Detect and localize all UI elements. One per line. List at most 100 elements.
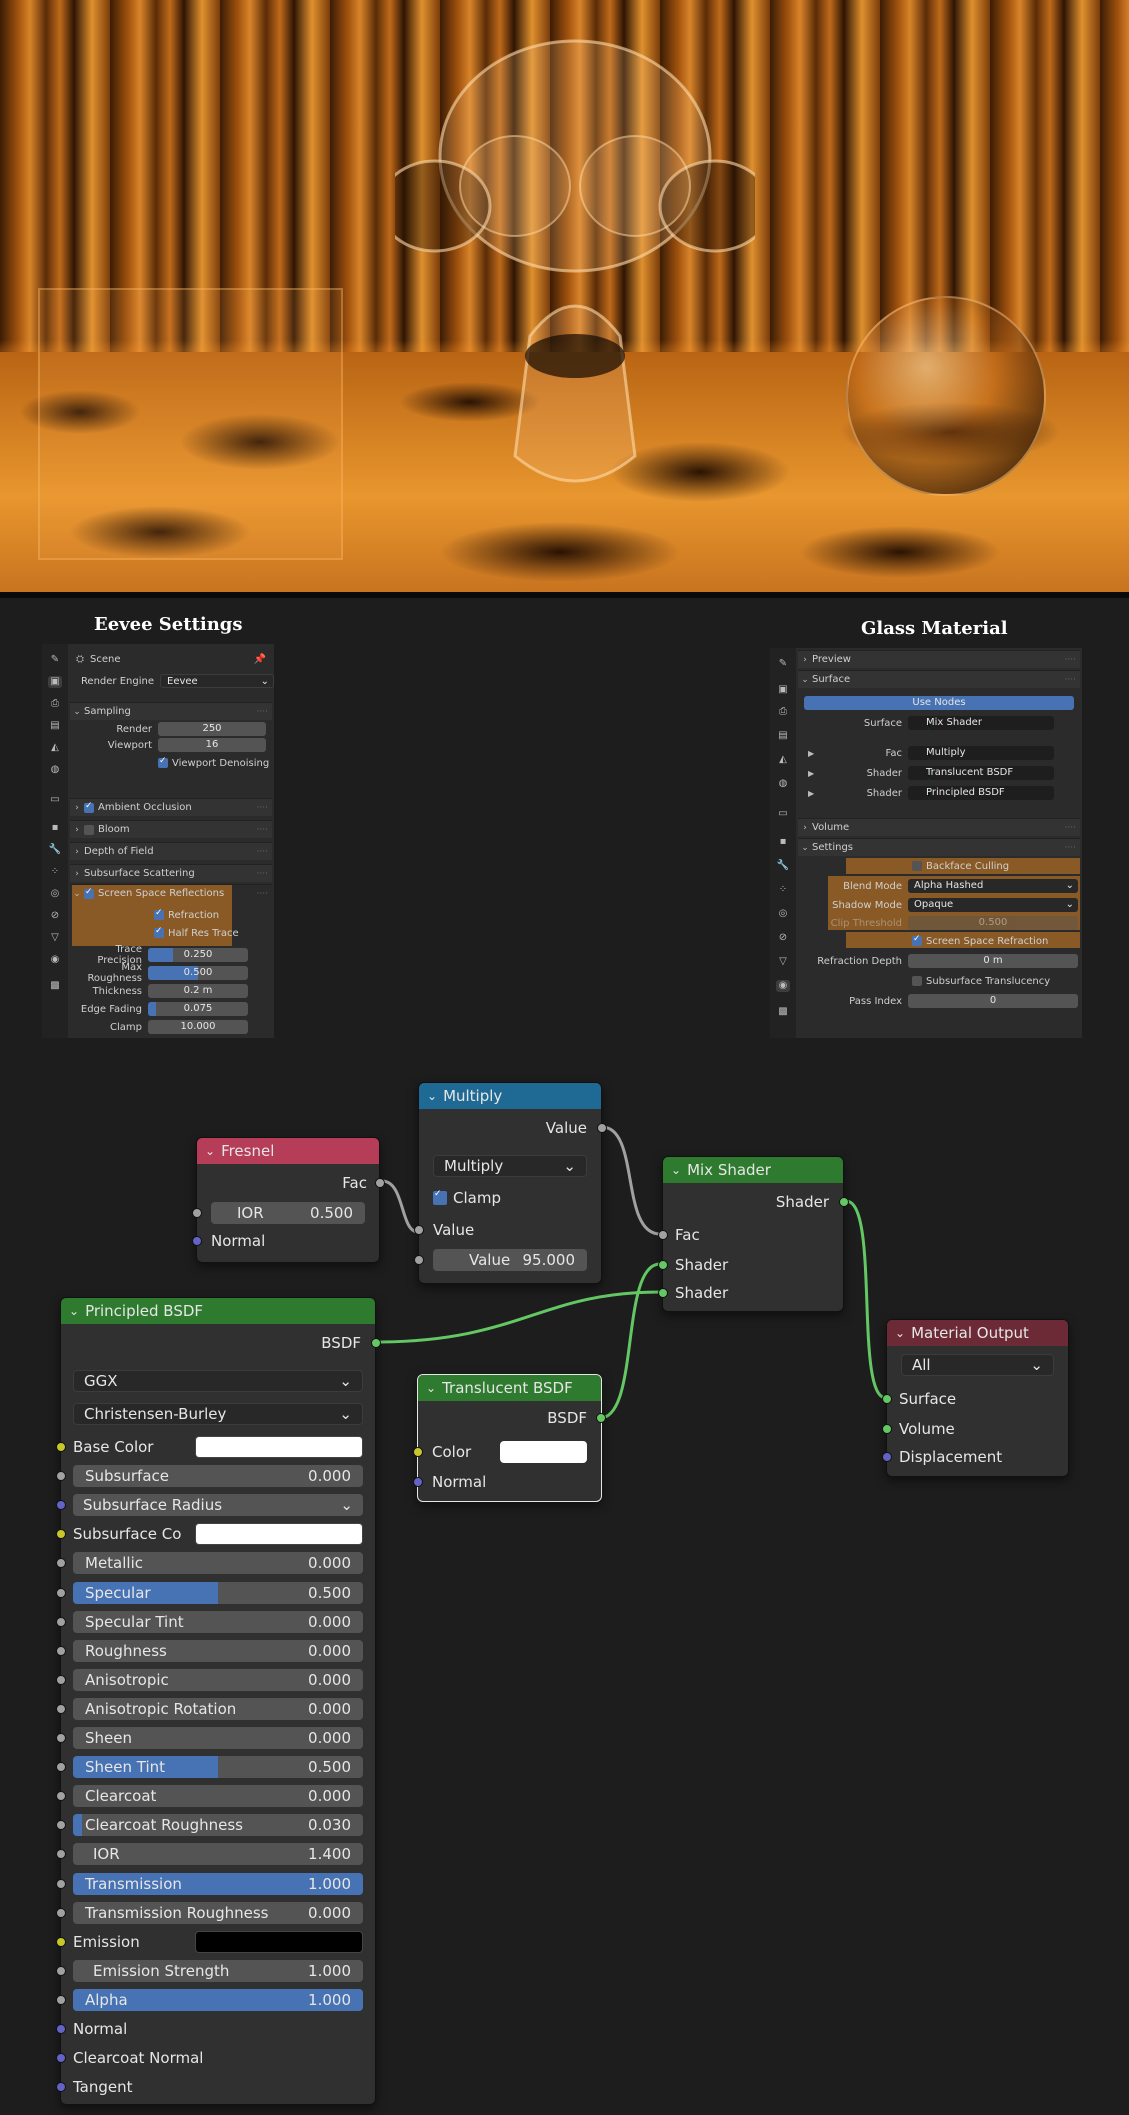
principled-clearcoat-roughness-slider[interactable]: Clearcoat Roughness 0.030 — [73, 1814, 363, 1837]
principled-emission-swatch[interactable] — [195, 1930, 363, 1953]
fresnel-ior-field[interactable]: IOR 0.500 — [211, 1202, 365, 1224]
principled-input-socket[interactable] — [56, 1500, 66, 1511]
subsurface-method-select[interactable]: Christensen-Burley ⌄ — [73, 1403, 363, 1425]
principled-base-color-label: Base Color — [73, 1438, 154, 1456]
clamp-checkbox[interactable] — [433, 1189, 447, 1205]
principled-bsdf-socket[interactable] — [371, 1338, 381, 1348]
principled-anisotropic-rotation-slider[interactable]: Anisotropic Rotation 0.000 — [73, 1697, 363, 1720]
principled-subsurface-color-label: Subsurface Co — [73, 1525, 182, 1544]
translucent-header[interactable]: ⌄ Translucent BSDF — [418, 1375, 601, 1401]
translucent-color-socket[interactable] — [413, 1447, 423, 1457]
principled-subsurface-slider[interactable]: Subsurface 0.000 — [73, 1465, 363, 1488]
link-multiply-mix — [601, 1125, 661, 1236]
multiply-operation-select[interactable]: Multiply ⌄ — [433, 1155, 587, 1177]
principled-input-socket[interactable] — [56, 1703, 66, 1714]
principled-base-color-row: Base Color — [61, 1436, 375, 1458]
mix-shader2-input: Shader — [675, 1284, 729, 1302]
principled-input-socket[interactable] — [56, 1965, 66, 1976]
principled-normal-input: Normal — [73, 2020, 128, 2038]
multiply-value-in-socket[interactable] — [414, 1225, 424, 1235]
mix-shader2-socket[interactable] — [658, 1288, 668, 1298]
multiply-value-out-socket[interactable] — [597, 1123, 607, 1133]
principled-input-socket[interactable] — [56, 1616, 66, 1627]
translucent-bsdf-node[interactable]: ⌄ Translucent BSDF BSDF Color Normal — [413, 1374, 606, 1502]
principled-specular-tint-slider[interactable]: Specular Tint 0.000 — [73, 1610, 363, 1633]
output-target-select[interactable]: All ⌄ — [901, 1354, 1054, 1376]
translucent-normal-input: Normal — [432, 1473, 487, 1491]
principled-transmission-slider[interactable]: Transmission 1.000 — [73, 1872, 363, 1895]
output-volume-input: Volume — [899, 1420, 955, 1438]
collapse-chevron-icon: ⌄ — [426, 1381, 437, 1395]
mix-fac-socket[interactable] — [658, 1230, 668, 1240]
principled-subsurface-color-swatch[interactable] — [195, 1523, 363, 1546]
mix-shader-output: Shader — [775, 1193, 829, 1211]
fresnel-node[interactable]: ⌄ Fresnel Fac IOR 0.500 Normal — [192, 1137, 385, 1263]
principled-input-socket[interactable] — [56, 1558, 66, 1569]
principled-input-socket[interactable] — [56, 1907, 66, 1918]
mix-shader-node[interactable]: ⌄ Mix Shader Shader Fac Shader Shader — [658, 1156, 849, 1312]
output-surface-socket[interactable] — [882, 1394, 892, 1404]
principled-input-socket[interactable] — [56, 1849, 66, 1860]
principled-sheen-slider[interactable]: Sheen 0.000 — [73, 1727, 363, 1749]
multiply-clamp-row[interactable]: Clamp — [419, 1187, 601, 1209]
translucent-color-swatch[interactable] — [500, 1441, 587, 1463]
fresnel-normal-socket[interactable] — [192, 1236, 202, 1246]
principled-clearcoat-slider[interactable]: Clearcoat 0.000 — [73, 1785, 363, 1808]
principled-input-socket[interactable] — [56, 1674, 66, 1685]
principled-header[interactable]: ⌄ Principled BSDF — [61, 1298, 375, 1324]
principled-roughness-slider[interactable]: Roughness 0.000 — [73, 1639, 363, 1662]
principled-anisotropic-slider[interactable]: Anisotropic 0.000 — [73, 1668, 363, 1691]
principled-input-socket[interactable] — [56, 1645, 66, 1656]
principled-input-socket[interactable] — [56, 1471, 66, 1482]
link-fresnel-multiply — [381, 1179, 419, 1234]
principled-input-socket[interactable] — [56, 1762, 66, 1773]
principled-tangent-input: Tangent — [73, 2078, 133, 2097]
output-displacement-socket[interactable] — [882, 1452, 892, 1462]
principled-input-socket[interactable] — [56, 1820, 66, 1831]
collapse-chevron-icon: ⌄ — [69, 1304, 80, 1318]
multiply-header[interactable]: ⌄ Multiply — [419, 1083, 601, 1109]
multiply-value-output: Value — [545, 1119, 587, 1137]
translucent-normal-socket[interactable] — [413, 1477, 423, 1487]
principled-input-socket[interactable] — [56, 1994, 66, 2005]
collapse-chevron-icon: ⌄ — [895, 1326, 906, 1340]
principled-input-socket[interactable] — [56, 1791, 66, 1802]
mix-shader-header[interactable]: ⌄ Mix Shader — [663, 1157, 843, 1183]
material-output-header[interactable]: ⌄ Material Output — [887, 1320, 1068, 1346]
principled-sheen-tint-slider[interactable]: Sheen Tint 0.500 — [73, 1756, 363, 1779]
multiply-value-field[interactable]: Value 95.000 — [433, 1249, 587, 1271]
fresnel-fac-socket[interactable] — [375, 1178, 385, 1188]
chevron-down-icon: ⌄ — [563, 1157, 576, 1175]
principled-metallic-slider[interactable]: Metallic 0.000 — [73, 1552, 363, 1575]
multiply-value-input: Value — [433, 1221, 475, 1239]
output-surface-input: Surface — [899, 1390, 957, 1408]
chevron-down-icon: ⌄ — [339, 1372, 352, 1390]
material-output-node[interactable]: ⌄ Material Output All ⌄ Surface Volume Dis… — [882, 1319, 1069, 1477]
principled-transmission-roughness-slider[interactable]: Transmission Roughness 0.000 — [73, 1901, 363, 1924]
principled-input-socket[interactable] — [56, 1587, 66, 1598]
chevron-down-icon: ⌄ — [1030, 1356, 1043, 1374]
multiply-node[interactable]: ⌄Multiply Value Multiply⌄ Clamp Value Va… — [414, 1082, 607, 1284]
fresnel-fac-output: Fac — [342, 1174, 367, 1192]
fresnel-header[interactable]: ⌄ Fresnel — [197, 1138, 379, 1164]
fresnel-ior-socket[interactable] — [192, 1208, 202, 1218]
translucent-bsdf-output: BSDF — [547, 1409, 587, 1427]
translucent-bsdf-socket[interactable] — [596, 1413, 606, 1423]
principled-input-socket[interactable] — [56, 1878, 66, 1889]
collapse-chevron-icon: ⌄ — [671, 1163, 682, 1177]
principled-alpha-slider[interactable]: Alpha 1.000 — [73, 1988, 363, 2011]
mix-shader1-socket[interactable] — [658, 1260, 668, 1270]
multiply-value2-socket[interactable] — [414, 1255, 424, 1265]
principled-bsdf-node[interactable]: ⌄ Principled BSDF BSDF GGX ⌄ Christensen-B… — [56, 1297, 381, 2105]
output-volume-socket[interactable] — [882, 1424, 892, 1434]
principled-base-color-swatch[interactable] — [195, 1436, 363, 1458]
principled-input-socket[interactable] — [56, 1733, 66, 1743]
principled-specular-slider[interactable]: Specular 0.500 — [73, 1581, 363, 1604]
principled-subsurface-radius-select[interactable]: Subsurface Radius ⌄ — [73, 1494, 363, 1517]
distribution-select[interactable]: GGX ⌄ — [73, 1370, 363, 1392]
mix-shader-out-socket[interactable] — [839, 1197, 849, 1207]
chevron-down-icon: ⌄ — [340, 1496, 353, 1515]
mix-shader1-input: Shader — [675, 1256, 729, 1274]
principled-ior-slider[interactable]: IOR 1.400 — [73, 1843, 363, 1866]
principled-emission-strength-slider[interactable]: Emission Strength 1.000 — [73, 1959, 363, 1982]
